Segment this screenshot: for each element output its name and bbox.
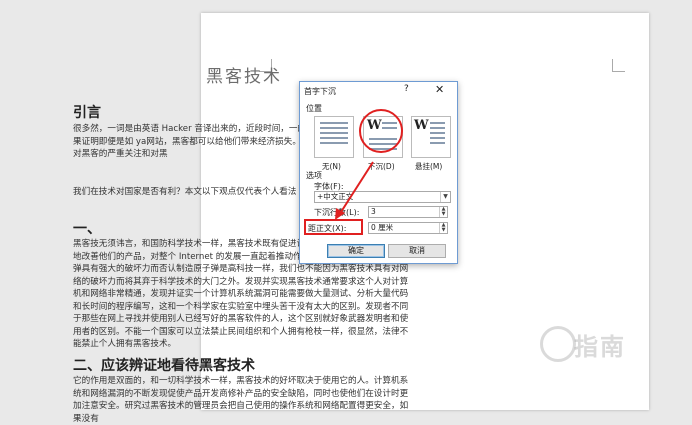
annotation-arrow-icon bbox=[335, 161, 374, 220]
